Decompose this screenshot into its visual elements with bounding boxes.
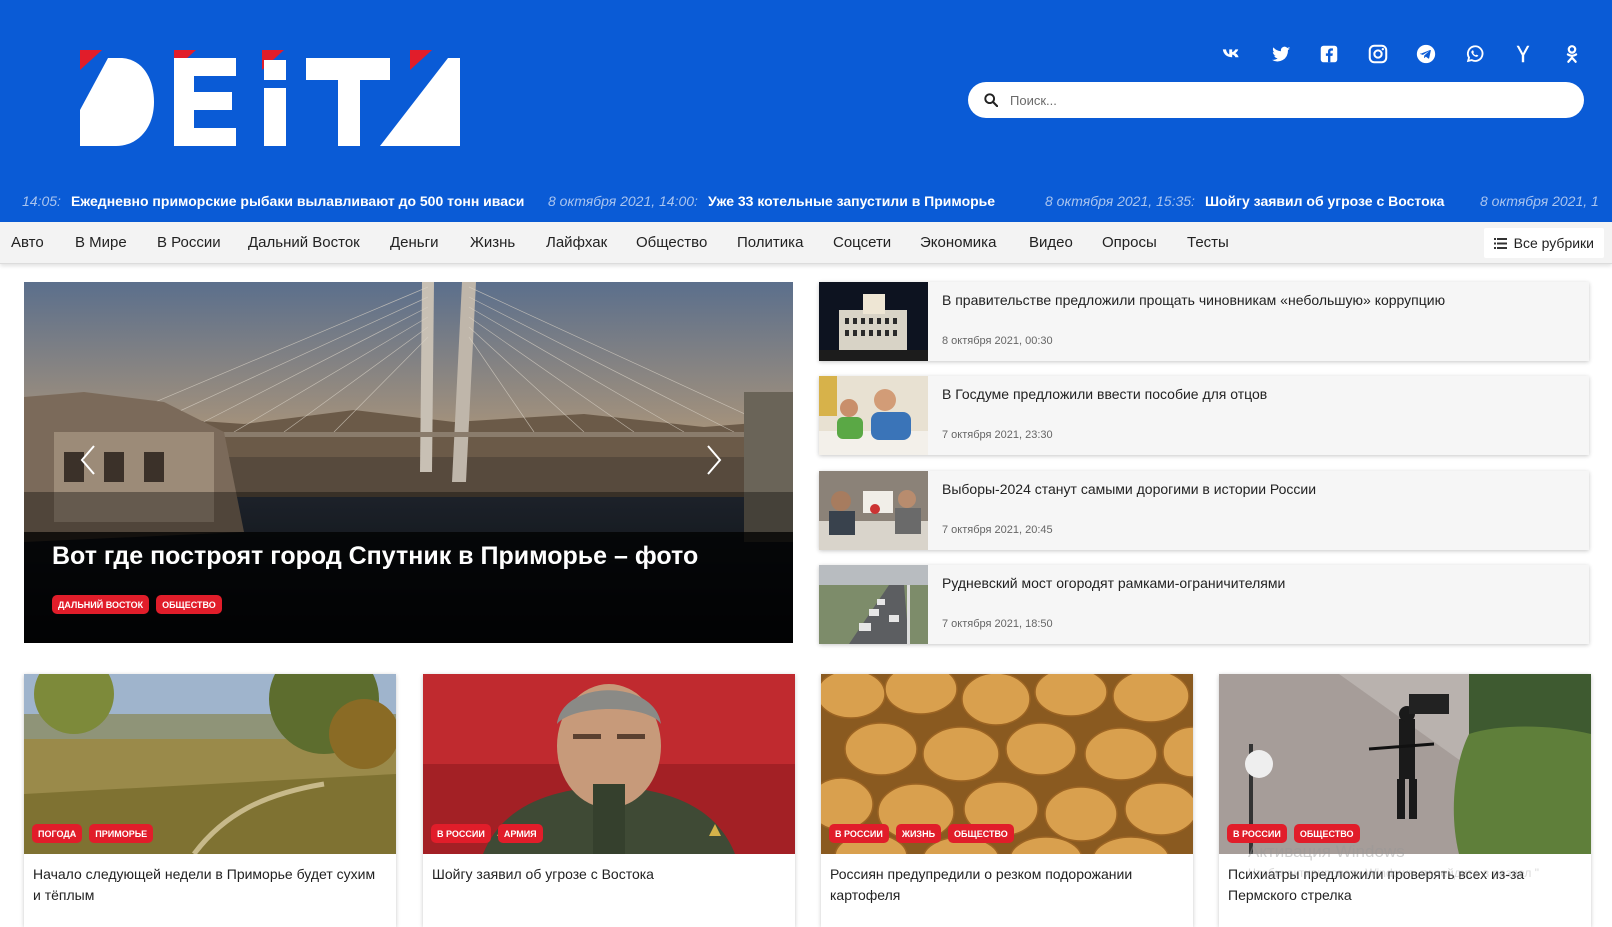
hero-tags: дальний восток общество <box>52 595 229 614</box>
news-thumbnail <box>819 471 928 550</box>
side-news-item[interactable]: В правительстве предложили прощать чинов… <box>819 282 1589 361</box>
category-nav: Авто В Мире В России Дальний Восток День… <box>0 222 1612 264</box>
list-icon <box>1493 237 1507 249</box>
slider-prev-arrow[interactable] <box>74 440 104 480</box>
news-card[interactable]: в россии армия Шойгу заявил об угрозе с … <box>423 674 795 927</box>
news-ticker: 14:05: Ежедневно приморские рыбаки вылав… <box>0 190 1612 214</box>
telegram-icon[interactable] <box>1402 40 1451 68</box>
card-tags: в россии жизнь общество <box>829 824 1021 843</box>
deita-logo[interactable] <box>80 50 475 150</box>
tag-primorye[interactable]: приморье <box>89 824 154 843</box>
card-title: Начало следующей недели в Приморье будет… <box>33 866 376 903</box>
search-icon <box>984 93 998 107</box>
odnoklassniki-icon[interactable] <box>1548 40 1597 68</box>
card-tags: погода приморье <box>32 824 160 843</box>
card-tags: в россии общество <box>1227 824 1367 843</box>
all-rubrics-button[interactable]: Все рубрики <box>1483 228 1604 258</box>
news-title: В Госдуме предложили ввести пособие для … <box>942 386 1268 402</box>
news-thumbnail <box>819 565 928 644</box>
ticker-item[interactable]: 8 октября 2021, 15:35: Шойгу заявил об у… <box>1045 193 1444 209</box>
side-news-item[interactable]: Рудневский мост огородят рамками-огранич… <box>819 565 1589 644</box>
search-input[interactable] <box>1010 92 1550 108</box>
ticker-item[interactable]: 14:05: Ежедневно приморские рыбаки вылав… <box>22 193 524 209</box>
tag-army[interactable]: армия <box>497 824 543 843</box>
news-card[interactable]: в россии общество Психиатры предложили п… <box>1219 674 1591 927</box>
news-date: 7 октября 2021, 18:50 <box>942 618 1053 630</box>
nav-item-economy[interactable]: Экономика <box>920 234 996 251</box>
whatsapp-icon[interactable] <box>1451 40 1500 68</box>
tag-weather[interactable]: погода <box>32 824 83 843</box>
hero-slider[interactable] <box>24 282 793 643</box>
card-title: Россиян предупредили о резком подорожани… <box>830 866 1133 903</box>
vk-icon[interactable] <box>1208 40 1257 68</box>
search-box[interactable] <box>968 82 1584 118</box>
ticker-text: Уже 33 котельные запустили в Приморье <box>707 193 996 209</box>
windows-activation-hint: Чтобы активировать Windows, перейдите в … <box>1248 866 1539 880</box>
ticker-time: 14:05: <box>22 193 61 209</box>
nav-item-far-east[interactable]: Дальний Восток <box>248 234 360 251</box>
twitter-icon[interactable] <box>1257 40 1306 68</box>
ticker-time: 8 октября 2021, 14:00: <box>548 193 698 209</box>
ticker-time: 8 октября 2021, 15:35: <box>1045 193 1195 209</box>
all-rubrics-label: Все рубрики <box>1513 235 1594 251</box>
tag-in-russia[interactable]: в россии <box>1227 824 1287 843</box>
hero-title[interactable]: Вот где построят город Спутник в Приморь… <box>52 542 698 571</box>
news-card[interactable]: погода приморье Начало следующей недели … <box>24 674 396 927</box>
news-title: В правительстве предложили прощать чинов… <box>942 292 1446 308</box>
nav-item-social-media[interactable]: Соцсети <box>833 234 891 251</box>
ticker-text: Ежедневно приморские рыбаки вылавливают … <box>70 193 525 209</box>
news-thumbnail <box>819 376 928 455</box>
card-tags: в россии армия <box>431 824 550 843</box>
ticker-item[interactable]: 8 октября 2021, 1 <box>1480 193 1599 209</box>
tag-society[interactable]: общество <box>948 824 1014 843</box>
facebook-icon[interactable] <box>1305 40 1354 68</box>
ticker-text: Шойгу заявил об угрозе с Востока <box>1204 193 1445 209</box>
ticker-item[interactable]: 8 октября 2021, 14:00: Уже 33 котельные … <box>548 193 995 209</box>
news-title: Выборы-2024 станут самыми дорогими в ист… <box>942 481 1317 497</box>
card-title: Шойгу заявил об угрозе с Востока <box>432 866 654 882</box>
nav-item-video[interactable]: Видео <box>1029 234 1073 251</box>
tag-society[interactable]: общество <box>156 595 222 614</box>
nav-item-lifehack[interactable]: Лайфхак <box>546 234 607 251</box>
tag-in-russia[interactable]: в россии <box>829 824 889 843</box>
slider-next-arrow[interactable] <box>698 440 728 480</box>
news-date: 7 октября 2021, 23:30 <box>942 429 1053 441</box>
nav-item-auto[interactable]: Авто <box>11 234 44 251</box>
site-header: 14:05: Ежедневно приморские рыбаки вылав… <box>0 0 1612 222</box>
social-links <box>1208 40 1596 68</box>
nav-item-politics[interactable]: Политика <box>737 234 803 251</box>
tag-in-russia[interactable]: в россии <box>431 824 491 843</box>
side-news-item[interactable]: Выборы-2024 станут самыми дорогими в ист… <box>819 471 1589 550</box>
news-title: Рудневский мост огородят рамками-огранич… <box>942 575 1286 591</box>
news-thumbnail <box>819 282 928 361</box>
yandex-icon[interactable] <box>1499 40 1548 68</box>
tag-life[interactable]: жизнь <box>895 824 942 843</box>
side-news-item[interactable]: В Госдуме предложили ввести пособие для … <box>819 376 1589 455</box>
tag-far-east[interactable]: дальний восток <box>52 595 150 614</box>
instagram-icon[interactable] <box>1354 40 1403 68</box>
news-date: 8 октября 2021, 00:30 <box>942 335 1053 347</box>
windows-activation-watermark: Активация Windows <box>1248 842 1405 861</box>
nav-item-life[interactable]: Жизнь <box>470 234 515 251</box>
nav-item-society[interactable]: Общество <box>636 234 707 251</box>
news-date: 7 октября 2021, 20:45 <box>942 524 1053 536</box>
hero-image <box>24 282 793 643</box>
nav-item-polls[interactable]: Опросы <box>1102 234 1157 251</box>
nav-item-world[interactable]: В Мире <box>75 234 127 251</box>
nav-item-tests[interactable]: Тесты <box>1187 234 1229 251</box>
ticker-time: 8 октября 2021, 1 <box>1480 193 1599 209</box>
tag-society[interactable]: общество <box>1293 824 1360 843</box>
news-card[interactable]: в россии жизнь общество Россиян предупре… <box>821 674 1193 927</box>
nav-item-money[interactable]: Деньги <box>390 234 438 251</box>
nav-item-russia[interactable]: В России <box>157 234 221 251</box>
